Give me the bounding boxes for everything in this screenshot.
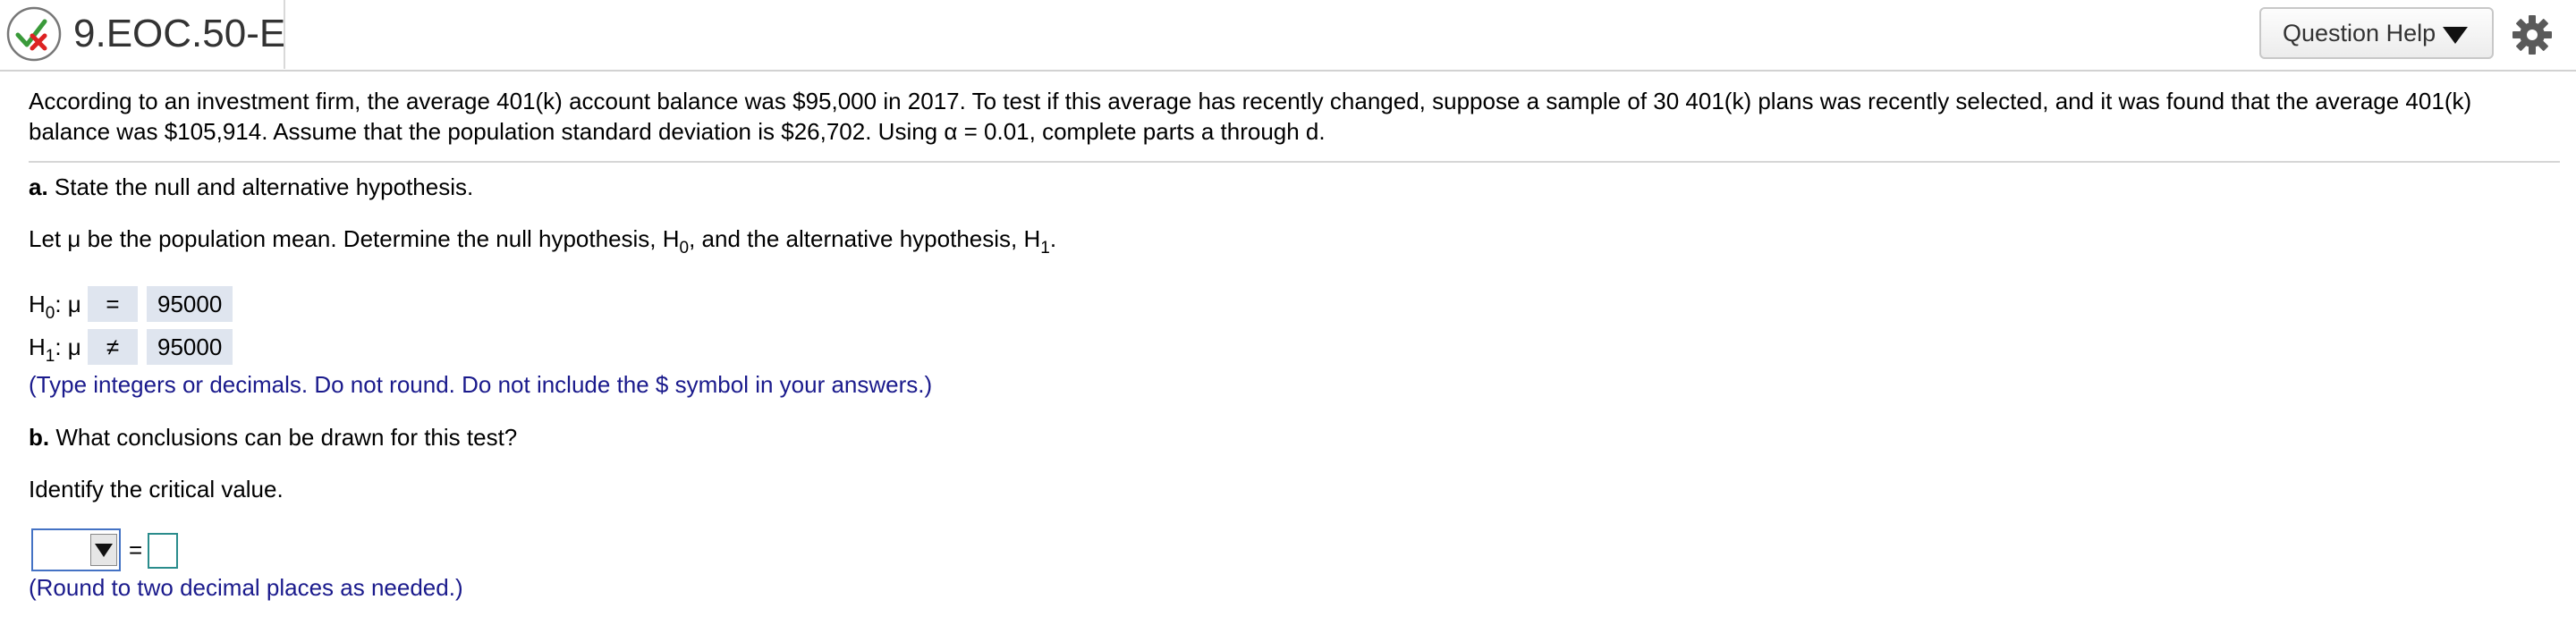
hypothesis-instruction: Let μ be the population mean. Determine … [29,224,1057,257]
critical-value-select[interactable] [31,528,121,571]
caret-down-icon [2443,26,2469,44]
header-bar: 9.EOC.50-E Question Help [0,0,2576,72]
null-hypothesis-symbol[interactable]: = [88,286,138,322]
problem-statement: According to an investment firm, the ave… [29,86,2533,147]
null-hypothesis-row: H0: μ = 95000 [29,286,233,322]
part-a-text: State the null and alternative hypothesi… [47,173,474,200]
null-hypothesis-value[interactable]: 95000 [147,286,233,322]
alternative-hypothesis-label: H1: μ [29,334,81,366]
problem-line-2: balance was $105,914. Assume that the po… [29,118,1326,145]
null-hypothesis-label: H0: μ [29,291,81,323]
part-b-label: b. [29,424,50,451]
equals-sign: = [129,536,143,563]
part-b-text: What conclusions can be drawn for this t… [49,424,518,451]
part-a-heading: a. State the null and alternative hypoth… [29,172,473,202]
part-a-label: a. [29,173,48,200]
question-help-label: Question Help [2283,19,2436,46]
h0-subscript: 0 [679,239,690,258]
alternative-hypothesis-symbol[interactable]: ≠ [88,329,138,365]
gear-icon[interactable] [2512,14,2553,55]
alternative-hypothesis-value[interactable]: 95000 [147,329,233,365]
dropdown-arrow-icon[interactable] [90,534,117,566]
critical-value-input[interactable] [148,533,178,569]
critical-value-instruction: Identify the critical value. [29,476,284,503]
question-title: 9.EOC.50-E [73,12,286,55]
section-divider [29,161,2560,163]
alternative-hypothesis-row: H1: μ ≠ 95000 [29,329,233,365]
header-divider [284,0,285,69]
part-a-hint: (Type integers or decimals. Do not round… [29,371,933,398]
part-b-hint: (Round to two decimal places as needed.) [29,574,463,601]
h1-subscript: 1 [1040,239,1050,258]
part-b-heading: b. What conclusions can be drawn for thi… [29,422,517,452]
instruction-text-2: , and the alternative hypothesis, H [689,225,1041,252]
question-help-button[interactable]: Question Help [2259,7,2494,59]
partially-correct-icon [6,6,62,62]
instruction-text-1: Let μ be the population mean. Determine … [29,225,680,252]
instruction-text-3: . [1049,225,1057,252]
problem-line-1: According to an investment firm, the ave… [29,88,2472,114]
